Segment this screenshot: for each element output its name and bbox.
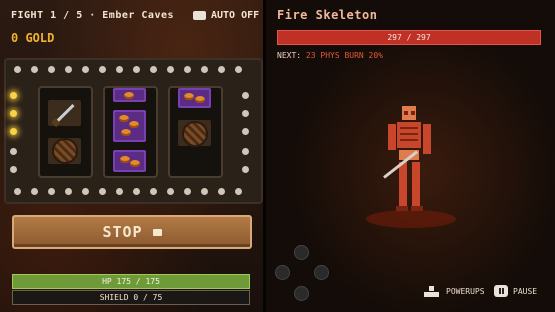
coin-icon (121, 129, 131, 136)
marquee-light (10, 166, 17, 173)
reel-cell (178, 120, 211, 147)
dpad-down-icon[interactable] (294, 286, 309, 301)
marquee-light (242, 128, 249, 135)
marquee-light (116, 188, 123, 195)
marquee-light (235, 188, 242, 195)
marquee-light (150, 66, 157, 73)
marquee-light (48, 188, 55, 195)
marquee-light-lit (10, 92, 17, 99)
enemy-name: Fire Skeleton (277, 8, 378, 22)
auto-toggle-label[interactable]: AUTO OFF (211, 10, 259, 21)
reel-cell (113, 110, 146, 142)
marquee-light (65, 66, 72, 73)
marquee-light (133, 188, 140, 195)
intent-attack: 23 PHYS (305, 51, 340, 60)
marquee-light (82, 188, 89, 195)
marquee-light (150, 188, 157, 195)
marquee-light (201, 66, 208, 73)
fire-skeleton-sprite (380, 106, 440, 218)
coin-icon (124, 92, 134, 99)
marquee-light (242, 92, 249, 99)
coin-icon (195, 96, 205, 103)
marquee-light (48, 66, 55, 73)
marquee-light (242, 166, 249, 173)
marquee-light-lit (10, 128, 17, 135)
marquee-light (14, 66, 21, 73)
marquee-light-lit (10, 110, 17, 117)
coin-icon (120, 156, 130, 163)
marquee-light (99, 188, 106, 195)
auto-toggle-key-icon[interactable] (193, 11, 206, 20)
marquee-light (65, 188, 72, 195)
marquee-light (10, 148, 17, 155)
marquee-light (31, 66, 38, 73)
player-hp-bar: HP 175 / 175 (12, 274, 250, 289)
pause-label[interactable]: PAUSE (513, 287, 537, 296)
player-shield-bar: SHIELD 0 / 75 (12, 290, 250, 305)
powerups-label[interactable]: POWERUPS (446, 287, 485, 296)
marquee-light (31, 188, 38, 195)
slot-reel-1 (38, 86, 93, 178)
dpad-left-icon[interactable] (275, 265, 290, 280)
coin-icon (129, 121, 139, 128)
marquee-light (133, 66, 140, 73)
reel-cell (178, 88, 211, 108)
marquee-light (14, 188, 21, 195)
coin-icon (184, 93, 194, 100)
marquee-light (201, 188, 208, 195)
marquee-light (167, 66, 174, 73)
slot-reel-3 (168, 86, 223, 178)
reel-cell (113, 88, 146, 102)
marquee-light (235, 66, 242, 73)
coin-icon (130, 160, 140, 167)
dpad-up-icon[interactable] (294, 245, 309, 260)
stop-key-icon (152, 229, 162, 236)
shield-icon (182, 121, 208, 147)
marquee-light (218, 66, 225, 73)
sword-icon (55, 103, 75, 124)
intent-effect: BURN 20% (344, 51, 383, 60)
marquee-light (116, 66, 123, 73)
reel-cell (48, 100, 81, 126)
marquee-light (167, 188, 174, 195)
marquee-light (218, 188, 225, 195)
intent-prefix: NEXT: (277, 51, 302, 60)
enemy-intent: NEXT: 23 PHYS BURN 20% (277, 51, 383, 60)
fight-progress-label: FIGHT 1 / 5 · Ember Caves (11, 10, 175, 21)
stop-button-label: STOP (102, 223, 143, 241)
gold-counter: 0 GOLD (11, 31, 55, 45)
reel-cell (113, 150, 146, 172)
stop-button[interactable]: STOP (12, 215, 252, 249)
pause-icon[interactable] (494, 285, 508, 297)
slot-reel-2 (103, 86, 158, 178)
marquee-light (242, 148, 249, 155)
shield-icon (52, 138, 78, 164)
dpad-right-icon[interactable] (314, 265, 329, 280)
reel-cell (48, 138, 81, 164)
marquee-light (82, 66, 89, 73)
powerups-button-icon[interactable] (424, 286, 440, 297)
enemy-hp-bar: 297 / 297 (277, 30, 541, 45)
marquee-light (184, 188, 191, 195)
marquee-light (99, 66, 106, 73)
marquee-light (184, 66, 191, 73)
marquee-light (242, 110, 249, 117)
coin-icon (119, 115, 129, 122)
